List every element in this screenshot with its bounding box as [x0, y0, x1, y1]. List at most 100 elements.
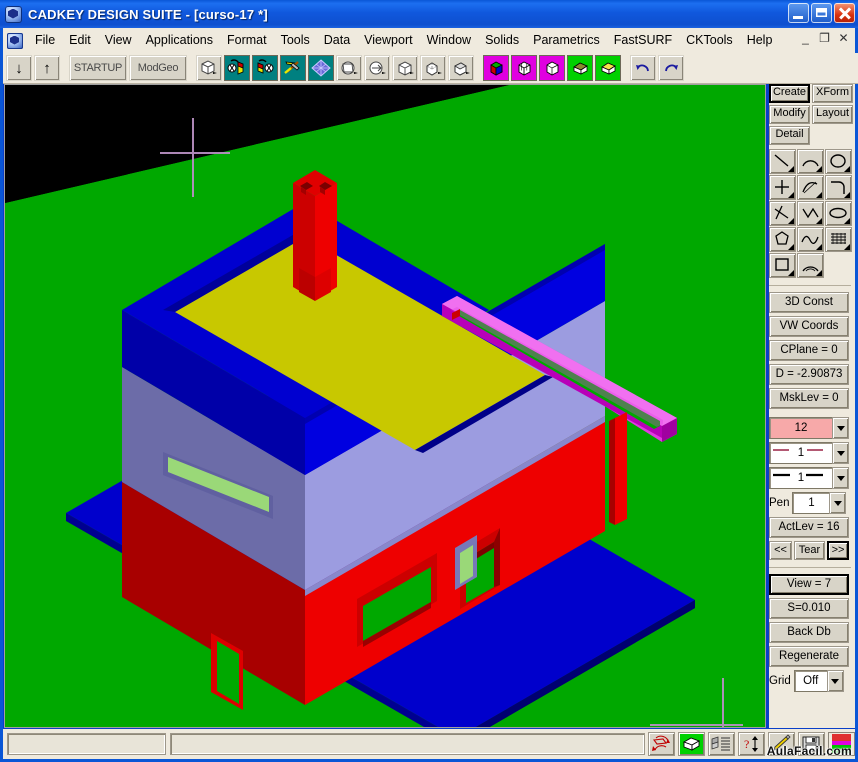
- scale-button[interactable]: S=0.010: [769, 598, 849, 619]
- linetype-combo-dropdown[interactable]: [832, 442, 849, 464]
- render-shade-solid-icon[interactable]: [567, 55, 593, 81]
- menu-view[interactable]: View: [98, 30, 139, 51]
- close-button[interactable]: [834, 3, 855, 23]
- spline-tool-icon[interactable]: [797, 175, 824, 200]
- pen-combo-dropdown[interactable]: [829, 492, 846, 514]
- menu-edit[interactable]: Edit: [62, 30, 98, 51]
- menu-data[interactable]: Data: [317, 30, 357, 51]
- menu-parametrics[interactable]: Parametrics: [526, 30, 607, 51]
- linewidth-preview: 1: [770, 468, 832, 488]
- redo-button[interactable]: [658, 55, 684, 81]
- cplane-button[interactable]: CPlane = 0: [769, 340, 849, 361]
- detail-button[interactable]: Detail: [769, 126, 810, 145]
- layout-button[interactable]: Layout: [812, 105, 853, 124]
- circle-tool-icon[interactable]: [825, 149, 852, 174]
- arc-tool-icon[interactable]: [797, 149, 824, 174]
- back-db-button[interactable]: Back Db: [769, 622, 849, 643]
- nurbs-tool-icon[interactable]: [797, 227, 824, 252]
- point-tool-icon[interactable]: [769, 175, 796, 200]
- polygon-tool-icon[interactable]: [769, 227, 796, 252]
- maximize-button[interactable]: [811, 3, 832, 23]
- render-hidden-cube-icon[interactable]: [539, 55, 565, 81]
- active-level-button[interactable]: ActLev = 16: [769, 517, 849, 538]
- minimize-button[interactable]: [788, 3, 809, 23]
- solid-subtract-icon[interactable]: [252, 55, 278, 81]
- menu-file[interactable]: File: [28, 30, 62, 51]
- grid-combo[interactable]: Off: [794, 670, 844, 692]
- viewport-layout-icon[interactable]: [196, 55, 222, 81]
- pen-combo-value: 1: [792, 492, 829, 514]
- display-rotate-icon[interactable]: [336, 55, 362, 81]
- line-tool-icon[interactable]: [769, 149, 796, 174]
- menu-format[interactable]: Format: [220, 30, 274, 51]
- xform-button[interactable]: XForm: [812, 84, 853, 103]
- modgeo-button[interactable]: ModGeo: [129, 55, 187, 81]
- status-prompt-field[interactable]: [7, 733, 166, 755]
- save-icon[interactable]: [798, 732, 825, 756]
- level-up-button[interactable]: ↑: [34, 55, 60, 81]
- view-group: View = 7 S=0.010 Back Db Regenerate Grid…: [769, 574, 855, 692]
- status-input-field[interactable]: [170, 733, 645, 755]
- mdi-restore-button[interactable]: ❐: [817, 31, 832, 46]
- mode-row-1: Create XForm: [769, 84, 855, 103]
- linewidth-combo-dropdown[interactable]: [832, 467, 849, 489]
- level-down-button[interactable]: ↓: [6, 55, 32, 81]
- menu-solids[interactable]: Solids: [478, 30, 526, 51]
- mdi-minimize-button[interactable]: _: [798, 31, 813, 46]
- menu-help[interactable]: Help: [740, 30, 780, 51]
- undo-history-icon[interactable]: [648, 732, 675, 756]
- linewidth-combo[interactable]: 1: [769, 467, 849, 489]
- color-combo[interactable]: 12: [769, 417, 849, 439]
- shade-view-icon[interactable]: [678, 732, 705, 756]
- const-mode-button[interactable]: 3D Const: [769, 292, 849, 313]
- grid-combo-dropdown[interactable]: [827, 670, 844, 692]
- ellipse-tool-icon[interactable]: [825, 201, 852, 226]
- regenerate-button[interactable]: Regenerate: [769, 646, 849, 667]
- solid-tools-icon[interactable]: [280, 55, 306, 81]
- menu-cktools[interactable]: CKTools: [679, 30, 740, 51]
- tool-icon-row-4: [769, 227, 855, 252]
- dimension-icon[interactable]: ?: [738, 732, 765, 756]
- menu-window[interactable]: Window: [420, 30, 478, 51]
- pen-combo[interactable]: 1: [792, 492, 846, 514]
- model-drawing-area[interactable]: [4, 84, 766, 728]
- linetype-combo[interactable]: 1: [769, 442, 849, 464]
- level-prev-button[interactable]: <<: [769, 541, 792, 560]
- render-shade-highlight-icon[interactable]: [595, 55, 621, 81]
- menu-applications[interactable]: Applications: [139, 30, 220, 51]
- render-color-cube-icon[interactable]: [483, 55, 509, 81]
- startup-button[interactable]: STARTUP: [69, 55, 127, 81]
- menu-tools[interactable]: Tools: [274, 30, 317, 51]
- coords-mode-button[interactable]: VW Coords: [769, 316, 849, 337]
- level-next-button[interactable]: >>: [827, 541, 849, 560]
- display-hidden-line-icon[interactable]: [420, 55, 446, 81]
- edit-pencil-icon[interactable]: [768, 732, 795, 756]
- render-wire-cube-icon[interactable]: [511, 55, 537, 81]
- create-button[interactable]: Create: [769, 84, 810, 103]
- modify-button[interactable]: Modify: [769, 105, 810, 124]
- hatch-tool-icon[interactable]: [825, 227, 852, 252]
- fillet-tool-icon[interactable]: [825, 175, 852, 200]
- mdi-close-button[interactable]: ✕: [836, 31, 851, 46]
- polyline-tool-icon[interactable]: [797, 201, 824, 226]
- conic-tool-icon[interactable]: [797, 253, 824, 278]
- rectangle-tool-icon[interactable]: [769, 253, 796, 278]
- layers-icon[interactable]: [708, 732, 735, 756]
- menu-viewport[interactable]: Viewport: [357, 30, 419, 51]
- surface-mesh-icon[interactable]: [308, 55, 334, 81]
- display-wireframe-icon[interactable]: [392, 55, 418, 81]
- display-pan-icon[interactable]: [364, 55, 390, 81]
- color-combo-dropdown[interactable]: [832, 417, 849, 439]
- depth-button[interactable]: D = -2.90873: [769, 364, 849, 385]
- color-palette-icon[interactable]: [828, 732, 855, 756]
- trim-tool-icon[interactable]: [769, 201, 796, 226]
- menu-fastsurf[interactable]: FastSURF: [607, 30, 679, 51]
- display-shade-icon[interactable]: [448, 55, 474, 81]
- view-button[interactable]: View = 7: [769, 574, 849, 595]
- mask-level-button[interactable]: MskLev = 0: [769, 388, 849, 409]
- tear-button[interactable]: Tear: [794, 541, 825, 560]
- undo-button[interactable]: [630, 55, 656, 81]
- solid-add-icon[interactable]: [224, 55, 250, 81]
- document-cube-icon[interactable]: [7, 33, 23, 49]
- linetype-combo-value-wrap: 1: [769, 442, 832, 464]
